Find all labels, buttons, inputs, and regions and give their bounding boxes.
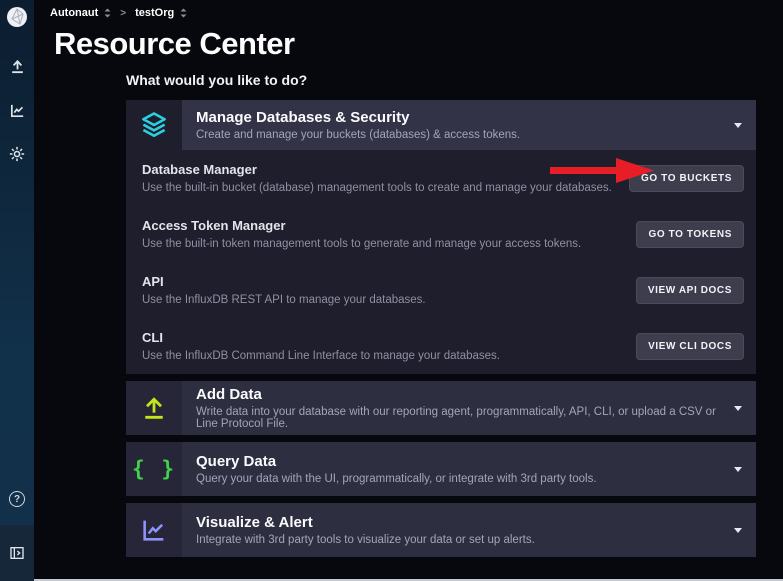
panel-description: Write data into your database with our r…	[196, 406, 722, 430]
panel-visualize-alert: Visualize & Alert Integrate with 3rd par…	[126, 503, 756, 557]
breadcrumb-separator: >	[120, 8, 126, 19]
influxdata-logo[interactable]	[0, 0, 34, 34]
chevron-down-icon	[734, 528, 742, 533]
page-subtitle: What would you like to do?	[126, 72, 307, 88]
row-description: Use the built-in bucket (database) manag…	[142, 182, 615, 194]
chevron-updown-icon	[180, 8, 187, 18]
chevron-updown-icon	[104, 8, 111, 18]
go-to-buckets-button[interactable]: GO TO BUCKETS	[629, 165, 744, 192]
row-title: Access Token Manager	[142, 218, 622, 233]
panel-title: Add Data	[196, 386, 722, 403]
panel-title: Visualize & Alert	[196, 514, 535, 531]
row-database-manager: Database Manager Use the built-in bucket…	[126, 150, 756, 206]
breadcrumb-org-selector[interactable]: Autonaut	[50, 7, 111, 19]
panel-add-data-header[interactable]: Add Data Write data into your database w…	[126, 381, 756, 435]
panel-manage-databases: Manage Databases & Security Create and m…	[126, 100, 756, 374]
help-icon[interactable]: ?	[0, 491, 34, 507]
breadcrumb: Autonaut > testOrg	[50, 7, 187, 19]
chevron-down-icon	[734, 123, 742, 128]
row-title: API	[142, 274, 622, 289]
row-description: Use the InfluxDB REST API to manage your…	[142, 294, 622, 306]
row-access-token-manager: Access Token Manager Use the built-in to…	[126, 206, 756, 262]
sidebar: ?	[0, 0, 34, 581]
expand-sidebar-icon[interactable]	[7, 543, 27, 563]
braces-icon: { }	[126, 442, 182, 496]
breadcrumb-workspace-selector[interactable]: testOrg	[135, 7, 187, 19]
chart-icon	[126, 503, 182, 557]
panel-manage-databases-header[interactable]: Manage Databases & Security Create and m…	[126, 100, 756, 150]
row-description: Use the InfluxDB Command Line Interface …	[142, 350, 622, 362]
breadcrumb-workspace-label: testOrg	[135, 7, 174, 19]
row-cli: CLI Use the InfluxDB Command Line Interf…	[126, 318, 756, 374]
row-description: Use the built-in token management tools …	[142, 238, 622, 250]
row-title: Database Manager	[142, 162, 615, 177]
view-cli-docs-button[interactable]: VIEW CLI DOCS	[636, 333, 744, 360]
panel-description: Integrate with 3rd party tools to visual…	[196, 534, 535, 546]
resource-center-panels: Manage Databases & Security Create and m…	[126, 100, 756, 564]
panel-query-data: { } Query Data Query your data with the …	[126, 442, 756, 496]
panel-query-data-header[interactable]: { } Query Data Query your data with the …	[126, 442, 756, 496]
upload-data-nav-icon[interactable]	[7, 56, 27, 76]
view-api-docs-button[interactable]: VIEW API DOCS	[636, 277, 744, 304]
panel-description: Create and manage your buckets (database…	[196, 129, 520, 141]
upload-icon	[126, 381, 182, 435]
sidebar-footer	[0, 525, 34, 581]
chevron-down-icon	[734, 467, 742, 472]
breadcrumb-org-label: Autonaut	[50, 7, 98, 19]
go-to-tokens-button[interactable]: GO TO TOKENS	[636, 221, 744, 248]
row-title: CLI	[142, 330, 622, 345]
panel-visualize-alert-header[interactable]: Visualize & Alert Integrate with 3rd par…	[126, 503, 756, 557]
panel-description: Query your data with the UI, programmati…	[196, 473, 597, 485]
graph-nav-icon[interactable]	[7, 100, 27, 120]
layers-icon	[126, 100, 182, 150]
row-api: API Use the InfluxDB REST API to manage …	[126, 262, 756, 318]
panel-title: Manage Databases & Security	[196, 109, 520, 126]
panel-title: Query Data	[196, 453, 597, 470]
panel-add-data: Add Data Write data into your database w…	[126, 381, 756, 435]
page-title: Resource Center	[54, 26, 295, 62]
gear-nav-icon[interactable]	[7, 144, 27, 164]
chevron-down-icon	[734, 406, 742, 411]
